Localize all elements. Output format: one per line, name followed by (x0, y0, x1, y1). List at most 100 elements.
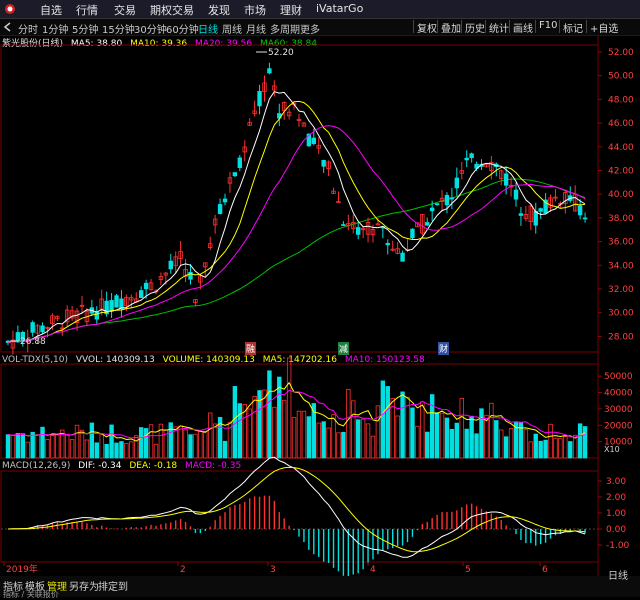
badge-finance[interactable]: 财 (438, 342, 450, 355)
volume-bar (129, 441, 134, 459)
kline-chart-area[interactable]: 52.0050.0048.0046.0044.0042.0040.0038.00… (0, 0, 640, 576)
dif-line (7, 456, 586, 558)
volume-bar (134, 435, 139, 459)
ma60-line (7, 178, 586, 343)
bottom-status-row: 指标 / 关联报价 (3, 590, 59, 599)
volume-bar (553, 437, 558, 459)
volume-bar (326, 427, 331, 459)
volume-bar (212, 423, 218, 459)
volume-bar (109, 424, 114, 459)
volume-bar (474, 433, 479, 459)
volume-bar (385, 386, 390, 459)
candle-body (434, 203, 440, 206)
volume-bar (198, 430, 203, 459)
volume-bar (434, 412, 440, 459)
volume-bar (355, 419, 361, 459)
volume-bar (380, 380, 386, 459)
volume-bar (365, 423, 371, 459)
candle-body (341, 224, 346, 226)
tab-save-as[interactable]: 另存为 (69, 578, 99, 593)
volume-bar (104, 443, 109, 459)
volume-bar (291, 417, 297, 459)
y-axis-labels: 52.00 50.00 48.00 46.00 44.00 42.00 40.00 38.00… (598, 48, 634, 551)
candle-body (533, 210, 538, 226)
volume-bar (346, 388, 351, 459)
volume-bar (84, 439, 90, 459)
candle-body (217, 204, 223, 214)
volume-bar (277, 376, 282, 459)
macd-tick-label: 2.00 (606, 493, 626, 503)
volume-bar (469, 415, 474, 459)
price-tick-label: 50.00 (608, 72, 634, 82)
volume-bar (188, 434, 193, 459)
volume-bar (158, 423, 164, 459)
volume-bar (449, 428, 455, 459)
volume-bar (415, 425, 420, 459)
macd-tick-label: 3.00 (606, 477, 626, 487)
volume-bar (272, 406, 277, 459)
volume-bar (282, 399, 287, 459)
x-tick-label: 5 (465, 565, 471, 575)
price-tick-label: 44.00 (608, 143, 634, 153)
volume-bar (153, 443, 159, 459)
volume-bar (489, 402, 494, 459)
candle-body (449, 197, 455, 200)
volume-bar (119, 441, 124, 459)
volume-bar (543, 439, 548, 459)
volume-bar (503, 436, 509, 459)
candle-body (40, 325, 45, 333)
volume-bar (341, 431, 346, 459)
badge-reduce[interactable]: 减 (338, 342, 350, 355)
volume-bar (193, 433, 198, 459)
volume-bar (5, 434, 11, 459)
candle-body (582, 217, 588, 220)
volume-bar (64, 434, 70, 459)
volume-bar (143, 428, 149, 459)
price-tick-label: 38.00 (608, 214, 634, 224)
volume-bar (237, 403, 243, 459)
candle-body (444, 194, 450, 206)
volume-bar (50, 435, 55, 459)
volume-bar (508, 427, 514, 459)
candle-body (385, 242, 390, 246)
price-tick-label: 52.00 (608, 48, 634, 58)
volume-bar (459, 397, 464, 459)
tab-schedule[interactable]: 排定到 (98, 578, 128, 593)
volume-tick-label: 20000 (604, 421, 633, 431)
volume-bar (222, 440, 228, 459)
candle-body (119, 298, 124, 310)
volume-bar (484, 414, 489, 459)
candle-body (222, 198, 228, 203)
bottom-bar: 指标 模板 管理 另存为 排定到 指标 / 关联报价 日线 (0, 571, 640, 599)
volume-bar (114, 442, 119, 459)
volume-bar (538, 440, 543, 459)
candle-body (355, 227, 361, 235)
volume-bar (178, 425, 183, 459)
price-tick-label: 48.00 (608, 95, 634, 105)
volume-bar (316, 422, 321, 459)
volume-bar (25, 441, 30, 459)
x-tick-label: 2 (180, 565, 186, 575)
candle-body (454, 177, 460, 189)
macd-tick-label: -1.00 (606, 541, 630, 551)
candle-body (410, 228, 415, 239)
volume-bar (336, 432, 341, 459)
price-tick-label: 32.00 (608, 285, 634, 295)
candle-body (425, 222, 430, 226)
volume-bar (558, 438, 563, 459)
volume-bar (523, 429, 529, 459)
candle-body (143, 282, 149, 290)
candle-body (30, 322, 35, 333)
volume-tick-label: 30000 (604, 405, 633, 415)
candle-body (257, 91, 262, 107)
volume-bar (410, 407, 415, 459)
volume-bar (528, 441, 534, 459)
volume-bar (124, 443, 129, 459)
badge-margin[interactable]: 融 (245, 342, 257, 355)
price-tick-label: 40.00 (608, 190, 634, 200)
macd-histogram (7, 456, 586, 576)
ma20-line (7, 125, 586, 343)
volume-bar (20, 433, 25, 459)
volume-bar (439, 412, 445, 459)
volume-bar (370, 435, 376, 459)
